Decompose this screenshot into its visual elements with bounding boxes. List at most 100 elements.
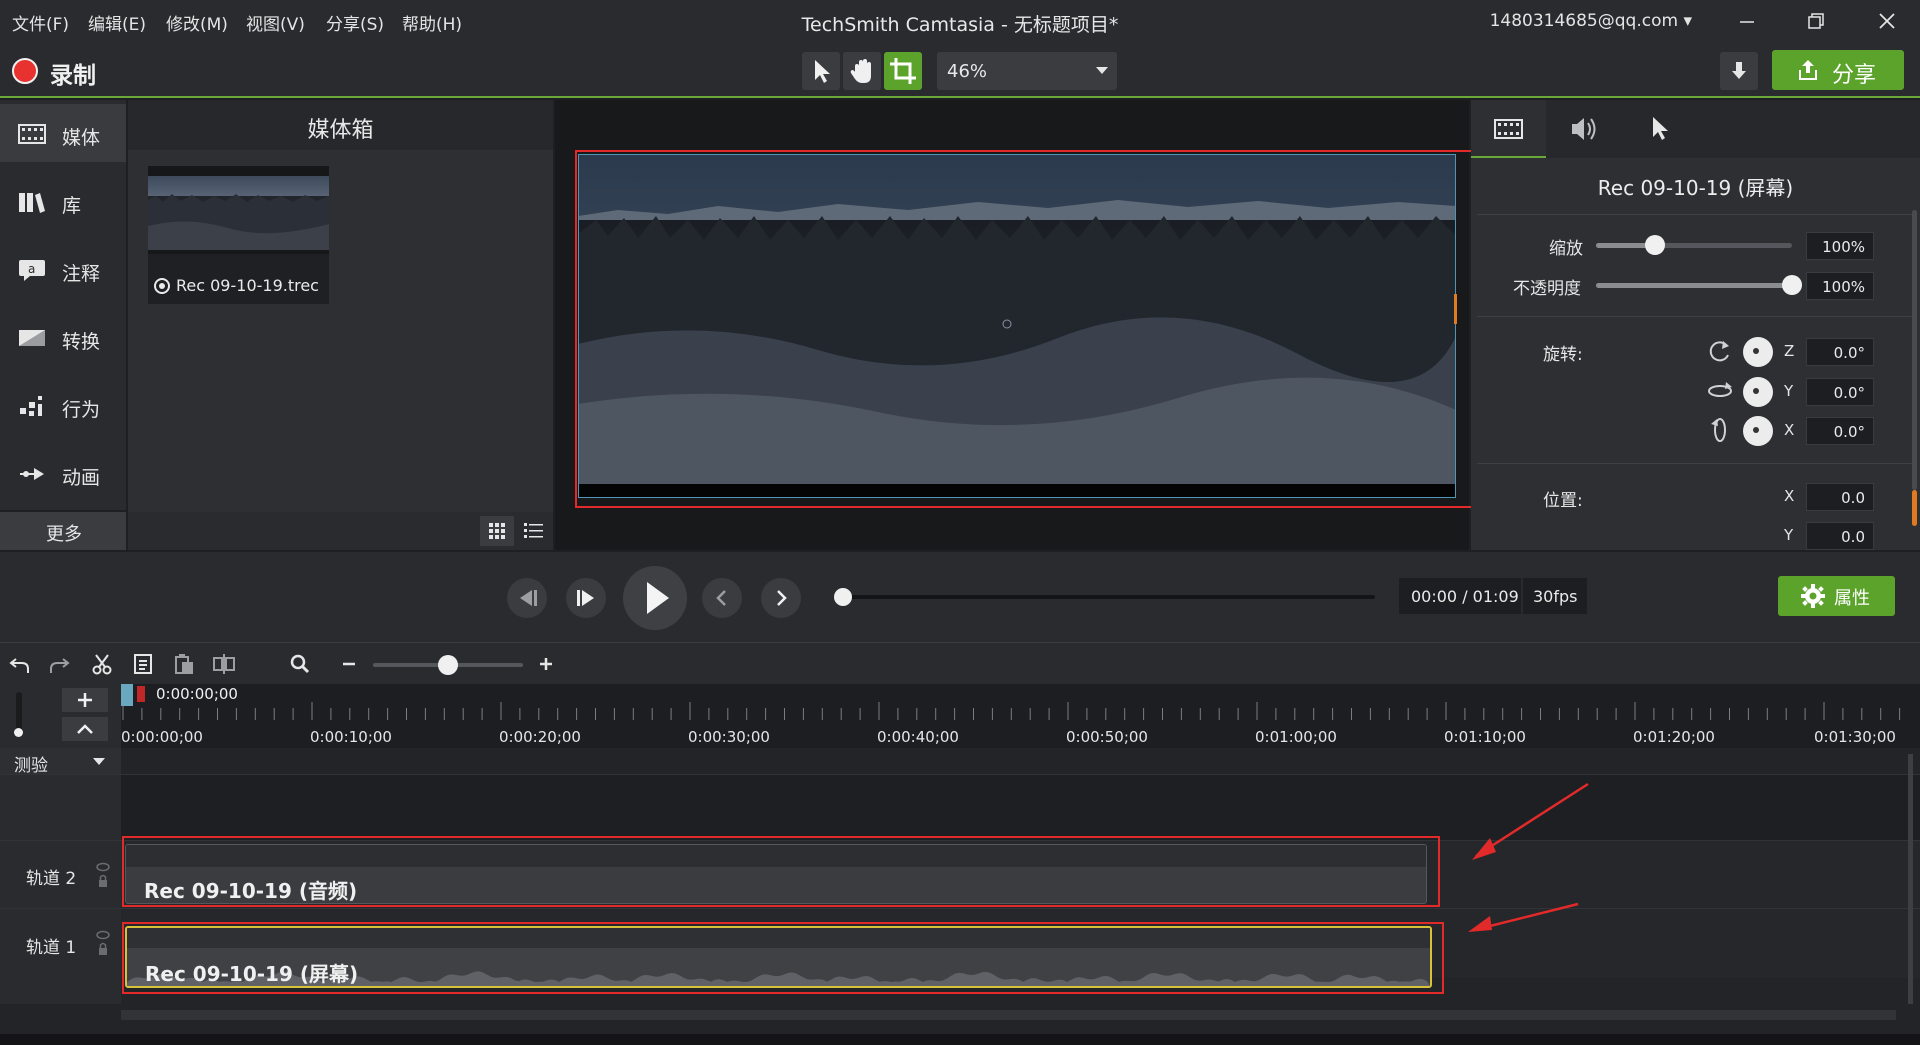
minimize-icon — [1740, 21, 1754, 23]
timeline-zoom-knob[interactable] — [438, 655, 458, 675]
scale-slider-knob[interactable] — [1644, 235, 1665, 255]
divider — [1477, 214, 1914, 215]
search-icon[interactable] — [288, 652, 312, 676]
ruler-label: 0:00:00;00 — [121, 728, 203, 746]
opacity-input[interactable]: 100% — [1806, 272, 1874, 300]
paste-icon[interactable] — [172, 652, 196, 676]
properties-tabs — [1471, 100, 1920, 158]
undo-icon[interactable] — [8, 652, 32, 676]
rotation-y-input[interactable]: 0.0° — [1806, 378, 1874, 406]
properties-button[interactable]: 属性 — [1778, 576, 1895, 616]
pointer-icon — [1653, 117, 1668, 140]
tab-visual-properties[interactable] — [1471, 100, 1546, 158]
sidebar-item-media[interactable]: 媒体 — [0, 104, 126, 162]
copy-icon[interactable] — [131, 652, 155, 676]
play-button[interactable] — [623, 566, 687, 630]
pan-tool-button[interactable] — [843, 52, 881, 90]
track-height-knob[interactable] — [14, 728, 23, 737]
sidebar-item-label: 动画 — [62, 467, 101, 489]
track-header-1[interactable]: 轨道 1 — [0, 908, 121, 978]
library-icon — [19, 193, 45, 213]
opacity-slider[interactable] — [1596, 275, 1802, 295]
grid-view-button[interactable] — [480, 516, 514, 546]
opacity-slider-knob[interactable] — [1782, 275, 1802, 295]
record-icon — [12, 58, 38, 84]
quiz-track-header[interactable]: 测验 — [0, 748, 121, 776]
share-button[interactable]: 分享 — [1772, 50, 1904, 90]
divider — [1477, 463, 1914, 464]
rotation-x-knob[interactable] — [1743, 416, 1773, 446]
play-icon — [647, 582, 669, 614]
position-y-input[interactable]: 0.0 — [1806, 522, 1874, 550]
download-button[interactable] — [1720, 52, 1758, 90]
rotation-y-axis: Y — [1784, 382, 1794, 400]
empty-track-lane — [121, 774, 1920, 840]
scrub-bar[interactable] — [845, 595, 1375, 599]
playhead-out-marker[interactable] — [137, 686, 145, 702]
sidebar-item-behaviors[interactable]: 行为 — [0, 376, 126, 434]
zoom-select[interactable]: 46% — [937, 52, 1117, 90]
sidebar-item-library[interactable]: 库 — [0, 172, 126, 230]
timeline-horizontal-scrollbar[interactable] — [121, 1010, 1896, 1020]
position-x-axis: X — [1784, 487, 1795, 505]
highlight-box — [122, 922, 1444, 994]
ruler-label: 0:00:30;00 — [688, 728, 770, 746]
tab-audio-properties[interactable] — [1546, 100, 1621, 158]
rotation-y-knob[interactable] — [1743, 377, 1773, 407]
previous-marker-button[interactable] — [702, 578, 742, 618]
split-icon[interactable] — [212, 652, 236, 676]
ruler-label: 0:00:20;00 — [499, 728, 581, 746]
eye-lock-icon[interactable] — [96, 929, 110, 959]
list-view-button[interactable] — [516, 516, 550, 546]
sidebar-item-annotations[interactable]: a 注释 — [0, 240, 126, 298]
add-track-button[interactable] — [62, 688, 108, 712]
scale-input[interactable]: 100% — [1806, 232, 1874, 260]
film-icon — [18, 124, 46, 144]
scrub-knob[interactable] — [834, 588, 852, 606]
properties-scrollbar[interactable] — [1912, 210, 1917, 490]
tab-cursor-properties[interactable] — [1621, 100, 1696, 158]
media-item[interactable]: Rec 09-10-19.trec — [148, 166, 329, 304]
zoom-out-icon[interactable] — [337, 652, 361, 676]
track-header-2[interactable]: 轨道 2 — [0, 840, 121, 908]
account-menu[interactable]: 1480314685@qq.com ▾ — [1490, 11, 1692, 31]
timeline-vertical-scrollbar[interactable] — [1908, 754, 1913, 1004]
rotation-x-input[interactable]: 0.0° — [1806, 417, 1874, 445]
opacity-slider-fill — [1596, 283, 1792, 288]
position-x-input[interactable]: 0.0 — [1806, 483, 1874, 511]
zoom-in-icon[interactable] — [534, 652, 558, 676]
timeline-ruler[interactable]: 0:00:00;00 0:00:00;00 0:00:10;00 0:00:20;0… — [121, 684, 1920, 748]
step-forward-button[interactable] — [566, 578, 606, 618]
chevron-right-icon — [777, 590, 787, 606]
next-marker-button[interactable] — [761, 578, 801, 618]
collapse-tracks-button[interactable] — [62, 717, 108, 741]
select-tool-button[interactable] — [802, 52, 840, 90]
minimize-button[interactable] — [1726, 6, 1766, 36]
rotation-z-input[interactable]: 0.0° — [1806, 338, 1874, 366]
properties-scrollbar-thumb[interactable] — [1912, 490, 1917, 526]
rotation-z-knob[interactable] — [1743, 337, 1773, 367]
cut-icon[interactable] — [90, 652, 114, 676]
media-bin-title: 媒体箱 — [307, 118, 374, 143]
crop-tool-button[interactable] — [884, 52, 922, 90]
canvas-area — [555, 100, 1473, 550]
track-height-slider[interactable] — [16, 692, 22, 732]
restore-button[interactable] — [1796, 6, 1836, 36]
chevron-down-icon — [93, 758, 105, 765]
more-tools-button[interactable]: 更多 — [0, 512, 126, 550]
chevron-down-icon — [1096, 67, 1108, 74]
frame-rate: 30fps — [1533, 587, 1578, 606]
eye-lock-icon[interactable] — [96, 861, 110, 891]
annotation-icon: a — [19, 260, 45, 281]
redo-icon[interactable] — [47, 652, 71, 676]
animation-icon — [20, 468, 44, 480]
download-icon — [1732, 62, 1746, 79]
sidebar-item-label: 注释 — [62, 263, 101, 285]
scale-slider[interactable] — [1596, 235, 1792, 255]
sidebar-item-transitions[interactable]: 转换 — [0, 308, 126, 366]
playhead-handle[interactable] — [121, 684, 133, 706]
step-back-button[interactable] — [507, 578, 547, 618]
close-button[interactable] — [1866, 6, 1906, 36]
track-name: 轨道 2 — [26, 869, 77, 889]
sidebar-item-animations[interactable]: 动画 — [0, 444, 126, 502]
